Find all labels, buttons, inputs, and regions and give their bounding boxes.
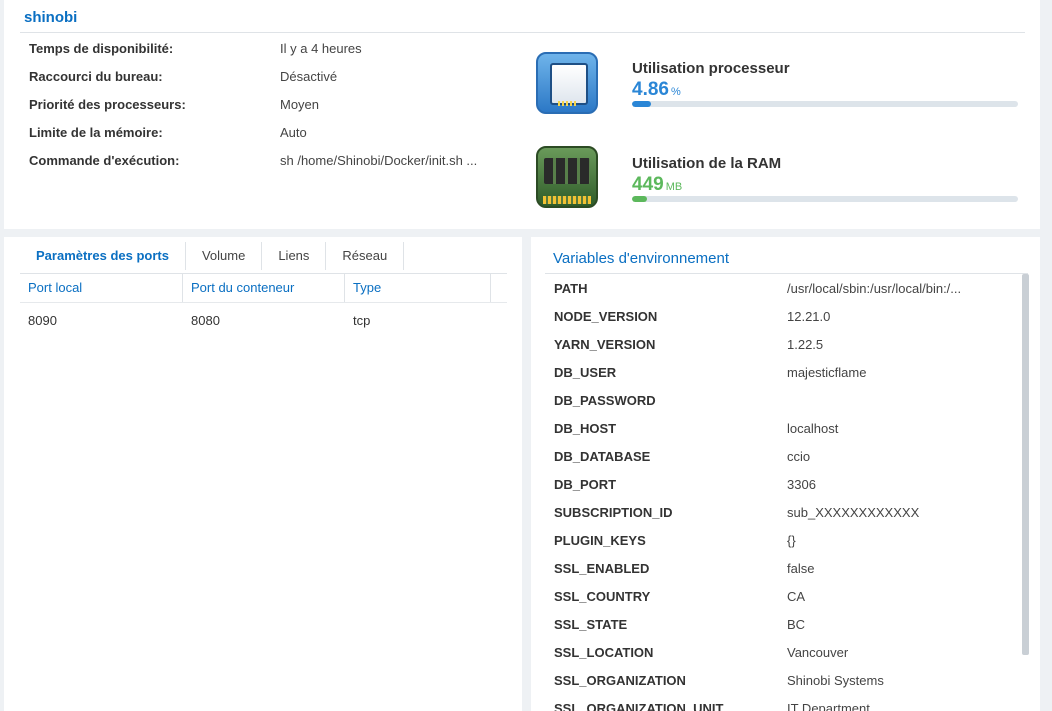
env-var-key: DB_HOST: [554, 421, 617, 436]
env-var-value: 12.21.0: [787, 309, 831, 324]
cpu-value-number: 4.86: [632, 79, 669, 100]
ram-usage-bar: [632, 196, 1018, 202]
tab-port-settings[interactable]: Paramètres des ports: [20, 242, 186, 270]
column-divider[interactable]: [490, 274, 491, 302]
env-var-value: 1.22.5: [787, 337, 824, 352]
cpu-usage-value: 4.86%: [632, 79, 681, 101]
env-var-key: NODE_VERSION: [554, 309, 658, 324]
info-value: Moyen: [280, 97, 320, 112]
ram-usage-value: 449 MB: [632, 174, 682, 196]
container-overview-panel: shinobi Temps de disponibilité: Il y a 4…: [4, 0, 1040, 229]
info-label: Temps de disponibilité:: [29, 41, 174, 56]
env-vars-panel: Variables d'environnement PATH/usr/local…: [531, 237, 1040, 711]
tab-links[interactable]: Liens: [262, 242, 327, 270]
ram-usage-bar-fill: [632, 196, 648, 202]
title-divider: [20, 32, 1025, 33]
info-label: Commande d'exécution:: [29, 153, 180, 168]
env-vars-scrollbar[interactable]: [1022, 274, 1029, 655]
cpu-value-unit: %: [670, 86, 681, 98]
cell-local-port: 8090: [28, 313, 57, 328]
env-var-key: SSL_ENABLED: [554, 561, 650, 576]
column-header-container-port[interactable]: Port du conteneur: [183, 274, 294, 302]
info-label: Raccourci du bureau:: [29, 69, 163, 84]
column-header-type[interactable]: Type: [345, 274, 381, 302]
env-var-value: false: [787, 561, 815, 576]
info-value: Désactivé: [280, 69, 338, 84]
env-var-value: localhost: [787, 421, 839, 436]
env-var-value: CA: [787, 589, 806, 604]
env-var-value: Shinobi Systems: [787, 673, 884, 688]
env-var-value: majesticflame: [787, 365, 867, 380]
env-var-value: sub_XXXXXXXXXXXX: [787, 505, 920, 520]
ram-value-unit: MB: [665, 181, 683, 193]
cpu-usage-label: Utilisation processeur: [632, 60, 790, 77]
cell-container-port: 8080: [191, 313, 220, 328]
env-var-key: YARN_VERSION: [554, 337, 656, 352]
tab-network[interactable]: Réseau: [326, 242, 405, 270]
ram-usage-label: Utilisation de la RAM: [632, 155, 782, 172]
cpu-chip-icon: [536, 52, 598, 114]
env-var-value: IT Department: [787, 701, 870, 711]
detail-tabs: Paramètres des ports Volume Liens Réseau: [20, 242, 405, 270]
env-var-key: SSL_COUNTRY: [554, 589, 651, 604]
env-var-value: ccio: [787, 449, 811, 464]
tab-volume[interactable]: Volume: [186, 242, 263, 270]
cpu-usage-bar-fill: [632, 101, 651, 107]
info-value: sh /home/Shinobi/Docker/init.sh ...: [280, 153, 478, 168]
env-var-key: DB_DATABASE: [554, 449, 651, 464]
table-row[interactable]: 8090 8080 tcp: [20, 311, 507, 331]
info-value: Il y a 4 heures: [280, 41, 362, 56]
env-var-key: DB_PASSWORD: [554, 393, 656, 408]
env-var-key: PATH: [554, 281, 588, 296]
env-var-key: DB_USER: [554, 365, 617, 380]
info-value: Auto: [280, 125, 307, 140]
env-var-key: SSL_STATE: [554, 617, 628, 632]
env-vars-title: Variables d'environnement: [553, 250, 730, 267]
env-var-key: DB_PORT: [554, 477, 617, 492]
env-var-value: 3306: [787, 477, 816, 492]
ram-value-number: 449: [632, 174, 664, 195]
info-label: Priorité des processeurs:: [29, 97, 186, 112]
env-var-value: {}: [787, 533, 796, 548]
column-header-local-port[interactable]: Port local: [20, 274, 82, 302]
env-title-divider: [545, 273, 1028, 274]
env-var-key: SUBSCRIPTION_ID: [554, 505, 673, 520]
cell-type: tcp: [353, 313, 371, 328]
container-name: shinobi: [24, 9, 78, 26]
env-var-key: SSL_ORGANIZATION_UNIT: [554, 701, 724, 711]
env-var-key: SSL_LOCATION: [554, 645, 654, 660]
env-var-key: PLUGIN_KEYS: [554, 533, 646, 548]
env-var-key: SSL_ORGANIZATION: [554, 673, 686, 688]
info-label: Limite de la mémoire:: [29, 125, 163, 140]
ports-table-header: Port local Port du conteneur Type: [20, 274, 507, 303]
env-var-value: /usr/local/sbin:/usr/local/bin:/...: [787, 281, 962, 296]
cpu-usage-bar: [632, 101, 1018, 107]
ports-panel: Paramètres des ports Volume Liens Réseau…: [4, 237, 522, 711]
env-var-value: Vancouver: [787, 645, 849, 660]
env-var-value: BC: [787, 617, 806, 632]
ram-module-icon: [536, 146, 598, 208]
